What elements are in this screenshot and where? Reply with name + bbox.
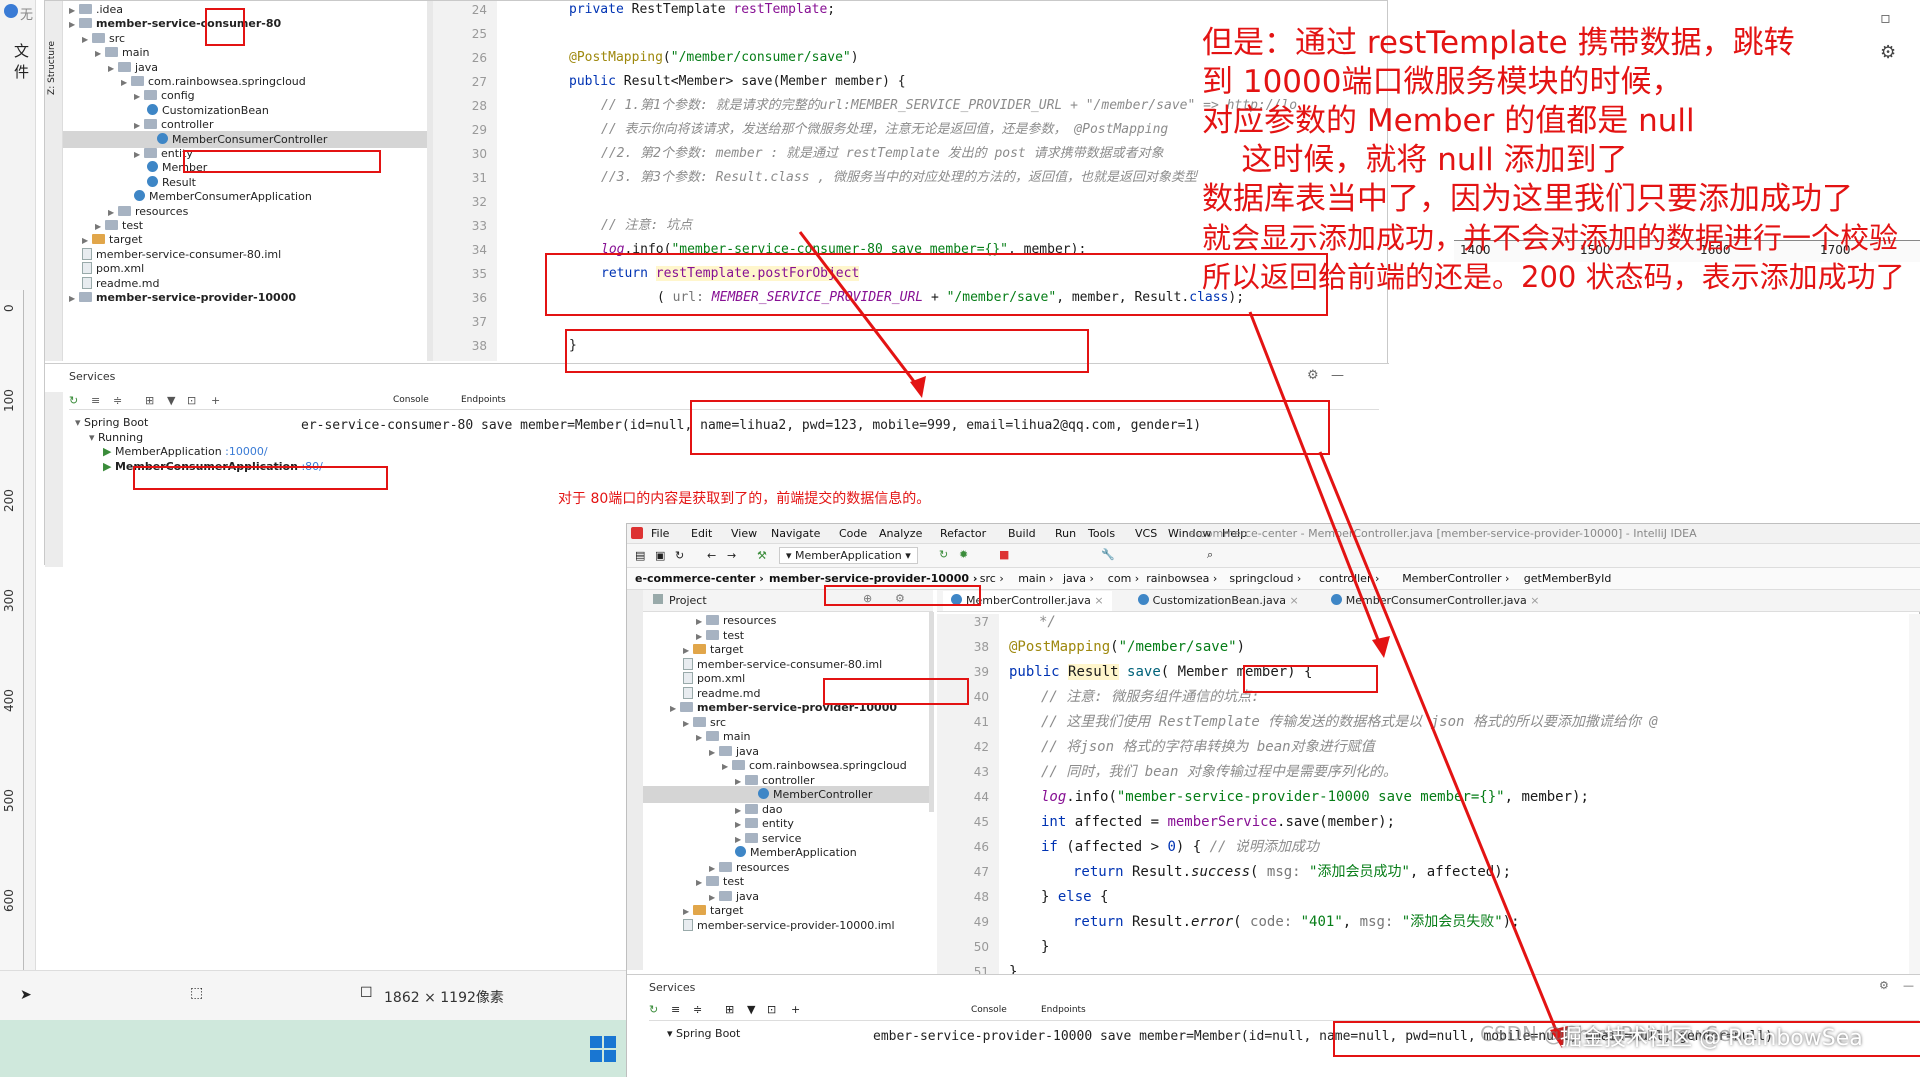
arrow-head <box>1372 636 1390 658</box>
arrow-line <box>798 231 924 393</box>
watermark: 掘金技术社区 @ RainbowSea <box>1560 1026 1863 1051</box>
arrow-line <box>1318 451 1562 1041</box>
annotation-line: 对应参数的 Member 的值都是 null <box>1202 103 1695 139</box>
arrow-line <box>1248 311 1384 651</box>
annotation-line: 但是：通过 restTemplate 携带数据，跳转 <box>1202 25 1795 61</box>
arrow-overlay <box>798 231 1568 1048</box>
annotation-line: 数据库表当中了，因为这里我们只要添加成功了 <box>1202 181 1853 217</box>
annotation-line: 就会显示添加成功，并不会对添加的数据进行一个校验 <box>1202 221 1899 255</box>
annotation-line: 所以返回给前端的还是。200 状态码，表示添加成功了 <box>1202 260 1905 294</box>
annotation-line: 这时候，就将 null 添加到了 <box>1202 142 1628 178</box>
annotation-line: 到 10000端口微服务模块的时候， <box>1202 64 1683 100</box>
